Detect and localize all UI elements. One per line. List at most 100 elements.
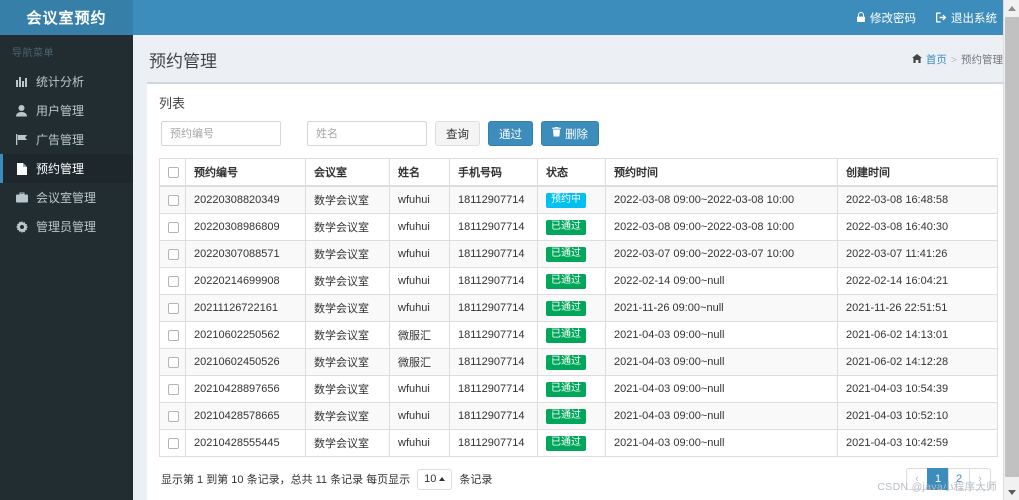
row-checkbox[interactable] bbox=[168, 330, 179, 341]
table-body: 20220308820349数学会议室wfuhui18112907714预约中2… bbox=[160, 186, 998, 457]
cell-room: 数学会议室 bbox=[306, 268, 390, 295]
delete-button[interactable]: 删除 bbox=[541, 121, 599, 146]
scroll-down-arrow[interactable] bbox=[1004, 484, 1019, 500]
triangle-down-icon bbox=[1008, 490, 1016, 495]
name-input[interactable] bbox=[307, 121, 427, 146]
filter-toolbar: 查询 通过 删除 bbox=[159, 119, 993, 158]
cell-time: 2022-03-08 09:00~2022-03-08 10:00 bbox=[606, 214, 838, 241]
sidebar-item-label: 用户管理 bbox=[36, 102, 84, 119]
breadcrumb-home[interactable]: 首页 bbox=[926, 52, 947, 67]
cell-phone: 18112907714 bbox=[450, 214, 538, 241]
sidebar-item-label: 管理员管理 bbox=[36, 218, 96, 235]
scroll-up-arrow[interactable] bbox=[1004, 0, 1019, 16]
table-row[interactable]: 20210602250562数学会议室微服汇18112907714已通过2021… bbox=[160, 322, 998, 349]
column-header-no: 预约编号 bbox=[186, 159, 306, 187]
page-size-value: 10 bbox=[424, 473, 436, 485]
row-select-cell bbox=[160, 214, 186, 241]
status-badge: 已通过 bbox=[546, 220, 586, 235]
select-all-checkbox[interactable] bbox=[168, 167, 179, 178]
row-checkbox[interactable] bbox=[168, 195, 179, 206]
chart-bar-icon bbox=[15, 76, 28, 87]
row-checkbox[interactable] bbox=[168, 357, 179, 368]
sidebar-item-ads[interactable]: 广告管理 bbox=[0, 125, 133, 154]
table-row[interactable]: 20211126722161数学会议室wfuhui18112907714已通过2… bbox=[160, 295, 998, 322]
cell-status: 已通过 bbox=[538, 430, 606, 457]
row-select-cell bbox=[160, 186, 186, 214]
brand-logo[interactable]: 会议室预约 bbox=[0, 0, 133, 35]
cell-name: wfuhui bbox=[390, 268, 450, 295]
approve-button[interactable]: 通过 bbox=[488, 121, 533, 146]
sidebar-item-admins[interactable]: 管理员管理 bbox=[0, 212, 133, 241]
cell-name: wfuhui bbox=[390, 430, 450, 457]
sidebar-item-label: 统计分析 bbox=[36, 73, 84, 90]
logout-link[interactable]: 退出系统 bbox=[936, 10, 997, 26]
cell-created: 2021-06-02 14:13:01 bbox=[838, 322, 998, 349]
cell-created: 2022-03-07 11:41:26 bbox=[838, 241, 998, 268]
cell-no: 20210602250562 bbox=[186, 322, 306, 349]
cell-created: 2022-03-08 16:48:58 bbox=[838, 186, 998, 214]
cell-no: 20210428578665 bbox=[186, 403, 306, 430]
sidebar-item-users[interactable]: 用户管理 bbox=[0, 96, 133, 125]
reservations-table: 预约编号 会议室 姓名 手机号码 状态 预约时间 创建时间 2022030882… bbox=[159, 158, 998, 457]
change-password-link[interactable]: 修改密码 bbox=[856, 10, 916, 26]
column-header-created: 创建时间 bbox=[838, 159, 998, 187]
topbar-actions: 修改密码 退出系统 bbox=[133, 0, 1019, 35]
cell-phone: 18112907714 bbox=[450, 430, 538, 457]
change-password-label: 修改密码 bbox=[870, 10, 916, 26]
sidebar-item-meeting-rooms[interactable]: 会议室管理 bbox=[0, 183, 133, 212]
cell-status: 预约中 bbox=[538, 186, 606, 214]
scrollbar-thumb[interactable] bbox=[1005, 17, 1019, 477]
table-row[interactable]: 20220214699908数学会议室wfuhui18112907714已通过2… bbox=[160, 268, 998, 295]
row-checkbox[interactable] bbox=[168, 276, 179, 287]
page-scrollbar[interactable] bbox=[1003, 0, 1019, 500]
cell-phone: 18112907714 bbox=[450, 268, 538, 295]
row-checkbox[interactable] bbox=[168, 249, 179, 260]
table-row[interactable]: 20210428555445数学会议室wfuhui18112907714已通过2… bbox=[160, 430, 998, 457]
main-content: 预约管理 首页 > 预约管理 列表 查询 bbox=[133, 35, 1019, 500]
lock-icon bbox=[856, 12, 866, 23]
table-row[interactable]: 20210428578665数学会议室wfuhui18112907714已通过2… bbox=[160, 403, 998, 430]
breadcrumb-current: 预约管理 bbox=[961, 52, 1003, 67]
table-row[interactable]: 20210602450526数学会议室微服汇18112907714已通过2021… bbox=[160, 349, 998, 376]
table-row[interactable]: 20220308820349数学会议室wfuhui18112907714预约中2… bbox=[160, 186, 998, 214]
gear-icon bbox=[15, 221, 28, 233]
cell-no: 20220308986809 bbox=[186, 214, 306, 241]
row-select-cell bbox=[160, 376, 186, 403]
row-checkbox[interactable] bbox=[168, 384, 179, 395]
row-checkbox[interactable] bbox=[168, 303, 179, 314]
column-header-name: 姓名 bbox=[390, 159, 450, 187]
records-info-prefix: 显示第 1 到第 10 条记录，总共 11 条记录 每页显示 bbox=[161, 471, 410, 487]
table-row[interactable]: 20220308986809数学会议室wfuhui18112907714已通过2… bbox=[160, 214, 998, 241]
reservation-no-input[interactable] bbox=[161, 121, 281, 146]
sidebar-item-reservations[interactable]: 预约管理 bbox=[0, 154, 133, 183]
page-size-selector[interactable]: 10 bbox=[417, 469, 452, 490]
breadcrumb: 首页 > 预约管理 bbox=[912, 52, 1003, 67]
column-header-room: 会议室 bbox=[306, 159, 390, 187]
flag-icon bbox=[15, 134, 28, 145]
status-badge: 已通过 bbox=[546, 382, 586, 397]
row-checkbox[interactable] bbox=[168, 438, 179, 449]
breadcrumb-separator: > bbox=[951, 54, 957, 66]
cell-phone: 18112907714 bbox=[450, 322, 538, 349]
row-select-cell bbox=[160, 430, 186, 457]
cell-phone: 18112907714 bbox=[450, 241, 538, 268]
caret-up-icon bbox=[439, 477, 445, 481]
home-icon bbox=[912, 54, 922, 66]
triangle-up-icon bbox=[1008, 6, 1016, 11]
table-row[interactable]: 20220307088571数学会议室wfuhui18112907714已通过2… bbox=[160, 241, 998, 268]
cell-created: 2022-02-14 16:04:21 bbox=[838, 268, 998, 295]
row-checkbox[interactable] bbox=[168, 222, 179, 233]
logout-icon bbox=[936, 12, 947, 23]
top-navbar: 会议室预约 修改密码 退出系统 bbox=[0, 0, 1019, 35]
cell-room: 数学会议室 bbox=[306, 430, 390, 457]
cell-phone: 18112907714 bbox=[450, 186, 538, 214]
cell-created: 2021-04-03 10:54:39 bbox=[838, 376, 998, 403]
table-row[interactable]: 20210428897656数学会议室wfuhui18112907714已通过2… bbox=[160, 376, 998, 403]
sidebar-item-statistics[interactable]: 统计分析 bbox=[0, 67, 133, 96]
search-button[interactable]: 查询 bbox=[435, 121, 480, 146]
row-checkbox[interactable] bbox=[168, 411, 179, 422]
cell-name: 微服汇 bbox=[390, 322, 450, 349]
status-badge: 已通过 bbox=[546, 409, 586, 424]
column-header-time: 预约时间 bbox=[606, 159, 838, 187]
cell-phone: 18112907714 bbox=[450, 403, 538, 430]
